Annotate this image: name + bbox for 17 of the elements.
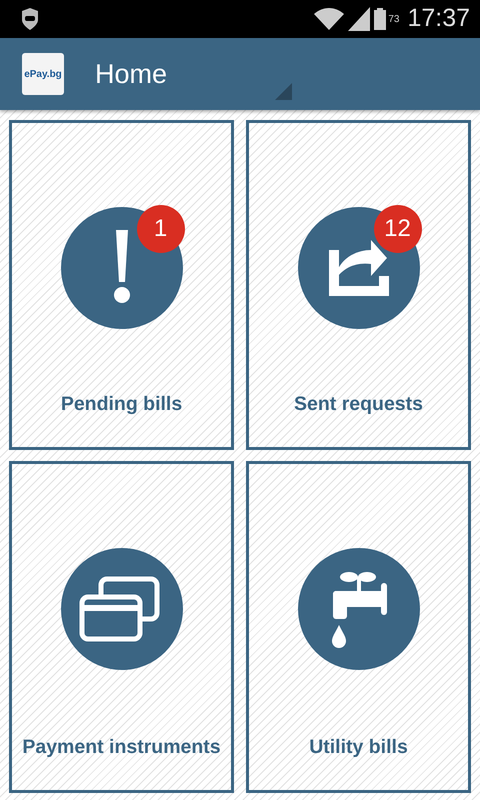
dropdown-corner-icon[interactable] (275, 83, 292, 100)
count-badge: 1 (136, 205, 184, 253)
wifi-icon (314, 8, 344, 30)
clock-text: 17:37 (407, 3, 470, 34)
faucet-icon (298, 548, 420, 670)
menu-tile[interactable]: Utility bills (246, 461, 471, 793)
menu-tile[interactable]: Payment instruments (9, 461, 234, 793)
signal-icon (348, 7, 370, 31)
count-badge: 12 (374, 205, 422, 253)
battery-icon (374, 8, 386, 30)
shield-icon (20, 8, 40, 30)
menu-tile[interactable]: 12 Sent requests (246, 120, 471, 450)
battery-level-text: 73 (388, 12, 400, 26)
menu-tile[interactable]: 1 Pending bills (9, 120, 234, 450)
screen-title[interactable]: Home (95, 54, 168, 94)
app-logo[interactable]: ePay.bg (22, 53, 64, 95)
cards-icon (60, 548, 182, 670)
